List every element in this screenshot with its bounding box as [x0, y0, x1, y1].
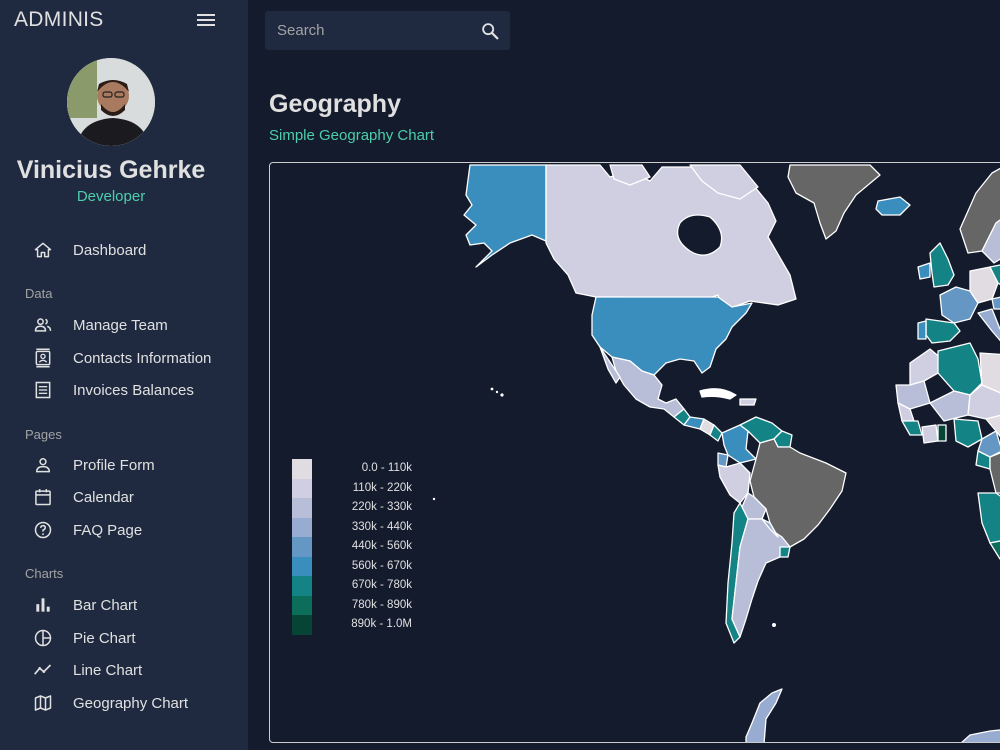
sidebar-item-label: Geography Chart — [73, 695, 189, 712]
hamburger-menu-icon[interactable] — [196, 12, 216, 28]
country-iceland — [875, 196, 911, 216]
search-input[interactable] — [277, 19, 472, 41]
legend-label: 890k - 1.0M — [351, 618, 412, 630]
country-alaska — [463, 164, 547, 268]
country-italy — [977, 308, 1000, 342]
legend-label: 780k - 890k — [351, 598, 412, 611]
section-label-pages: Pages — [25, 427, 62, 442]
page-title: Geography — [269, 90, 401, 118]
sidebar: ADMINIS Vinicius Gehrke Developer Dashbo… — [0, 0, 248, 750]
sidebar-item-label: FAQ Page — [73, 522, 143, 539]
avatar — [67, 58, 155, 146]
sidebar-item-label: Invoices Balances — [73, 382, 194, 399]
receipt-icon — [35, 381, 51, 399]
country-portugal — [917, 320, 927, 340]
sidebar-item-pie-chart[interactable]: Pie Chart — [0, 623, 248, 653]
legend-item: 110k - 220k — [292, 478, 412, 498]
pie-chart-icon — [34, 629, 52, 647]
legend-label: 0.0 - 110k — [361, 462, 412, 474]
sidebar-item-geography-chart[interactable]: Geography Chart — [0, 688, 248, 718]
calendar-icon — [35, 489, 51, 506]
contact-card-icon — [35, 348, 51, 368]
country-guinea — [901, 420, 923, 436]
search-icon[interactable] — [479, 20, 501, 42]
country-ireland — [917, 262, 931, 280]
section-label-charts: Charts — [25, 566, 64, 581]
sidebar-item-calendar[interactable]: Calendar — [0, 482, 248, 512]
country-algeria — [937, 342, 983, 396]
sidebar-item-label: Bar Chart — [73, 597, 138, 614]
country-ghana — [937, 424, 947, 442]
help-circle-icon — [34, 521, 52, 539]
sidebar-item-label: Calendar — [73, 489, 134, 506]
sidebar-item-label: Contacts Information — [73, 350, 212, 367]
geography-chart-panel: 0.0 - 110k 110k - 220k 220k - 330k 330k - 4… — [269, 162, 1000, 743]
user-role: Developer — [76, 188, 146, 205]
legend-item: 220k - 330k — [292, 498, 412, 518]
sidebar-item-label: Profile Form — [73, 457, 155, 474]
country-hispaniola — [739, 398, 757, 406]
country-mali — [929, 390, 971, 422]
map-icon — [34, 695, 52, 711]
country-uk — [929, 242, 955, 288]
legend-label: 110k - 220k — [352, 481, 412, 494]
legend-item: 330k - 440k — [292, 517, 412, 537]
home-icon — [34, 242, 52, 258]
legend-item: 890k - 1.0M — [292, 615, 412, 635]
brand-title: ADMINIS — [14, 8, 104, 31]
legend-swatch — [292, 595, 312, 615]
legend-swatch — [292, 576, 312, 596]
timeline-icon — [34, 664, 52, 675]
legend-item: 440k - 560k — [292, 537, 412, 557]
world-map[interactable] — [270, 163, 1000, 743]
section-label-data: Data — [25, 286, 53, 301]
legend-item: 0.0 - 110k — [292, 459, 412, 479]
sidebar-item-faq[interactable]: FAQ Page — [0, 515, 248, 545]
legend-swatch — [292, 537, 312, 557]
legend-item: 670k - 780k — [292, 576, 412, 596]
country-peru — [717, 462, 751, 504]
legend-label: 220k - 330k — [351, 501, 412, 513]
legend-label: 560k - 670k — [351, 559, 412, 572]
sidebar-item-label: Pie Chart — [73, 630, 136, 647]
country-antarctica — [745, 688, 783, 742]
country-namibia — [989, 540, 1000, 560]
legend-item: 560k - 670k — [292, 556, 412, 576]
country-uruguay — [779, 546, 791, 558]
country-ivory-coast — [921, 424, 939, 444]
sidebar-item-label: Line Chart — [73, 662, 143, 679]
country-angola — [977, 492, 1000, 544]
legend-label: 670k - 780k — [351, 579, 412, 591]
legend-item: 780k - 890k — [292, 595, 412, 615]
sidebar-item-dashboard[interactable]: Dashboard — [0, 235, 248, 265]
sidebar-item-manage-team[interactable]: Manage Team — [0, 310, 248, 340]
bar-chart-icon — [36, 598, 50, 612]
sidebar-item-profile-form[interactable]: Profile Form — [0, 450, 248, 480]
country-nigeria — [953, 418, 983, 448]
sidebar-item-contacts[interactable]: Contacts Information — [0, 343, 248, 373]
user-name: Vinicius Gehrke — [16, 156, 206, 184]
map-legend: 0.0 - 110k 110k - 220k 220k - 330k 330k - 4… — [292, 459, 412, 635]
sidebar-item-label: Dashboard — [73, 242, 147, 259]
person-icon — [35, 458, 51, 473]
legend-swatch — [292, 615, 312, 635]
legend-swatch — [292, 478, 312, 498]
legend-swatch — [292, 556, 312, 576]
legend-swatch — [292, 498, 312, 518]
country-cuba — [699, 388, 737, 400]
country-antarctica-2 — [961, 729, 1000, 742]
country-morocco — [909, 348, 943, 386]
country-greenland — [787, 164, 881, 240]
legend-label: 440k - 560k — [351, 540, 412, 552]
sidebar-item-invoices[interactable]: Invoices Balances — [0, 375, 248, 405]
people-icon — [34, 318, 52, 332]
legend-label: 330k - 440k — [351, 520, 412, 533]
page-subtitle: Simple Geography Chart — [269, 127, 435, 144]
sidebar-item-label: Manage Team — [73, 317, 168, 334]
sidebar-item-line-chart[interactable]: Line Chart — [0, 655, 248, 685]
legend-swatch — [292, 459, 312, 479]
legend-swatch — [292, 517, 312, 537]
sidebar-item-bar-chart[interactable]: Bar Chart — [0, 590, 248, 620]
search-box — [265, 11, 510, 50]
